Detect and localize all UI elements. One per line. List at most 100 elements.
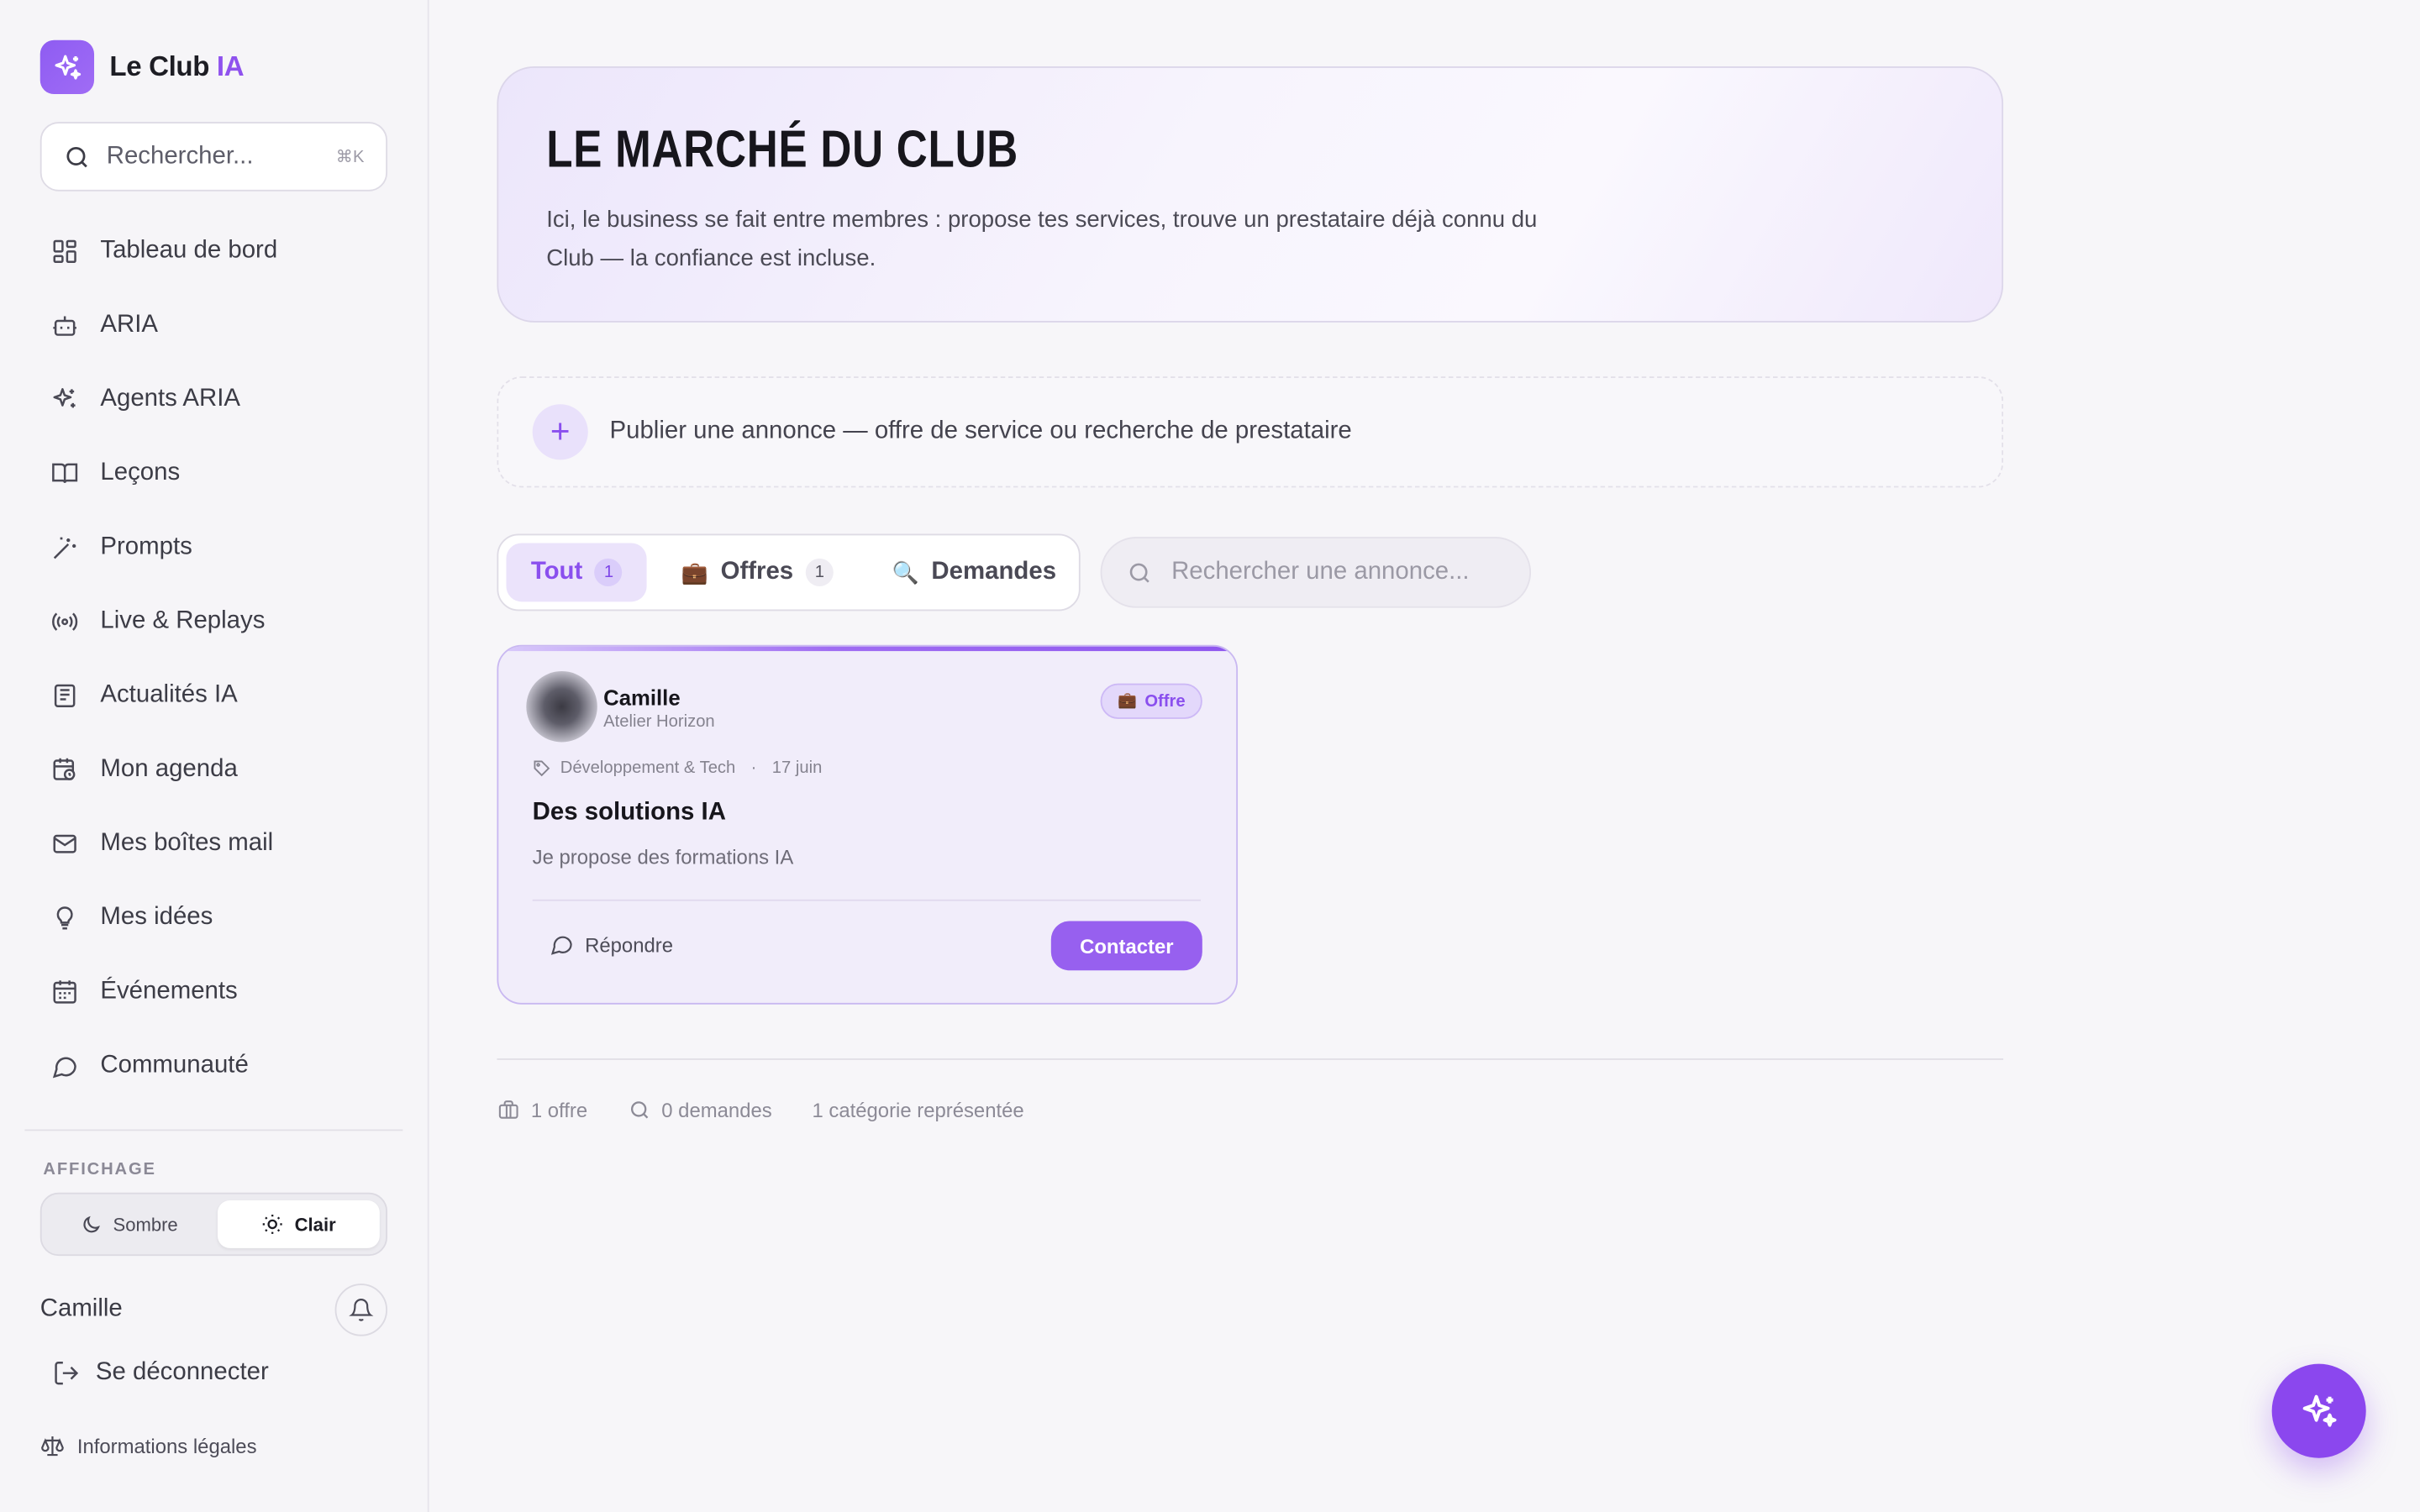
chat-icon: [52, 1057, 76, 1079]
sun-icon: [262, 1214, 282, 1234]
listing-title: Des solutions IA: [532, 799, 726, 826]
tab-requests[interactable]: 🔍 Demandes: [867, 543, 1081, 602]
legal-label: Informations légales: [76, 1434, 257, 1457]
tab-label: Offres: [720, 558, 794, 585]
brand[interactable]: Le Club IA: [39, 39, 245, 95]
publish-label: Publier une annonce — offre de service o…: [609, 417, 1352, 444]
listing-category: Développement & Tech: [560, 759, 736, 778]
sparkles-icon: [53, 388, 76, 408]
logout-label: Se déconnecter: [95, 1359, 269, 1386]
sidebar-item-actualites[interactable]: Actualités IA: [40, 659, 387, 732]
listing-card[interactable]: Camille Atelier Horizon 💼 Offre Développ…: [497, 644, 1239, 1005]
tab-offers[interactable]: 💼 Offres 1: [656, 543, 858, 602]
sidebar-item-evenements[interactable]: Événements: [40, 955, 387, 1029]
sidebar-item-agenda[interactable]: Mon agenda: [40, 732, 387, 806]
tab-count: 1: [805, 558, 834, 586]
book-icon: [52, 463, 78, 484]
tag-icon: [534, 760, 550, 777]
scale-icon: [41, 1436, 64, 1457]
magnifier-icon: 🔍: [892, 559, 919, 585]
hero-banner: LE MARCHÉ DU CLUB Ici, le business se fa…: [497, 66, 2004, 323]
sidebar-item-label: ARIA: [100, 312, 158, 339]
listing-search-placeholder: Rechercher une annonce...: [1171, 558, 1470, 585]
sidebar-item-mail[interactable]: Mes boîtes mail: [40, 807, 387, 881]
avatar: [526, 670, 597, 743]
search-shortcut: ⌘K: [335, 148, 365, 167]
main-divider: [497, 1058, 2004, 1060]
theme-light-button[interactable]: Clair: [217, 1200, 380, 1248]
publish-listing-button[interactable]: + Publier une annonce — offre de service…: [497, 376, 2004, 488]
listing-company: Atelier Horizon: [603, 712, 715, 732]
sidebar-item-label: Mon agenda: [100, 756, 238, 783]
notifications-button[interactable]: [334, 1284, 388, 1336]
theme-dark-label: Sombre: [113, 1213, 178, 1236]
sidebar-item-agents-aria[interactable]: Agents ARIA: [40, 363, 387, 437]
sidebar-item-label: Mes boîtes mail: [100, 830, 274, 857]
logout-button[interactable]: Se déconnecter: [52, 1359, 269, 1387]
sparkles-icon: [2302, 1394, 2336, 1426]
briefcase-icon: 💼: [1118, 692, 1138, 710]
calendar-clock-icon: [53, 758, 76, 780]
tab-label: Demandes: [931, 558, 1057, 585]
listing-search-input[interactable]: Rechercher une annonce...: [1100, 537, 1532, 608]
briefcase-icon: [498, 1100, 518, 1119]
contact-button[interactable]: Contacter: [1050, 921, 1202, 971]
sidebar-nav: Tableau de bord ARIA Agents ARIA Leçons …: [40, 214, 387, 1103]
sidebar-item-aria[interactable]: ARIA: [40, 288, 387, 362]
page-title: LE MARCHÉ DU CLUB: [546, 120, 1019, 180]
sidebar-item-label: Prompts: [100, 533, 192, 560]
theme-dark-button[interactable]: Sombre: [48, 1200, 211, 1248]
sidebar-item-label: Live & Replays: [100, 607, 266, 634]
sparkles-logo-icon: [39, 39, 95, 95]
sidebar-item-label: Actualités IA: [100, 681, 238, 709]
market-stats: 1 offre 0 demandes 1 catégorie représent…: [497, 1098, 1024, 1122]
sidebar-item-lecons[interactable]: Leçons: [40, 437, 387, 511]
tab-count: 1: [595, 558, 623, 586]
moon-icon: [83, 1215, 101, 1232]
tab-all[interactable]: Tout 1: [506, 543, 648, 602]
sidebar-item-label: Communauté: [100, 1052, 249, 1079]
theme-light-label: Clair: [294, 1213, 336, 1236]
search-icon: [630, 1101, 648, 1119]
status-badge: 💼 Offre: [1101, 683, 1202, 719]
sidebar-item-live-replays[interactable]: Live & Replays: [40, 585, 387, 659]
theme-toggle: Sombre Clair: [39, 1192, 388, 1257]
stat-categories: 1 catégorie représentée: [812, 1099, 1023, 1122]
sidebar-item-idees[interactable]: Mes idées: [40, 881, 387, 955]
listing-author: Camille: [603, 685, 681, 710]
listing-tabs: Tout 1 💼 Offres 1 🔍 Demandes: [497, 533, 1081, 612]
sidebar-item-prompts[interactable]: Prompts: [40, 511, 387, 585]
listing-description: Je propose des formations IA: [532, 845, 794, 869]
legal-link[interactable]: Informations légales: [40, 1433, 257, 1457]
reply-label: Répondre: [585, 932, 674, 956]
logout-icon: [55, 1362, 79, 1385]
aria-assistant-button[interactable]: [2271, 1363, 2366, 1458]
sidebar-item-dashboard[interactable]: Tableau de bord: [40, 214, 387, 288]
listing-date: 17 juin: [771, 759, 823, 778]
dashboard-icon: [53, 239, 76, 264]
sidebar-item-label: Leçons: [100, 459, 181, 486]
sidebar-search[interactable]: Rechercher... ⌘K: [39, 122, 388, 192]
sidebar-item-label: Tableau de bord: [100, 237, 278, 265]
sidebar-divider: [24, 1129, 403, 1131]
stat-requests-label: 0 demandes: [661, 1098, 772, 1122]
sidebar-item-label: Mes idées: [100, 904, 213, 931]
card-divider: [532, 899, 1201, 901]
brand-name: Le Club IA: [109, 50, 245, 82]
sidebar: Le Club IA Rechercher... ⌘K Tableau de b…: [0, 0, 429, 1512]
reply-button[interactable]: Répondre: [550, 932, 673, 956]
sidebar-item-label: Événements: [100, 978, 238, 1005]
newspaper-icon: [54, 684, 76, 708]
user-name: Camille: [39, 1295, 123, 1323]
sidebar-search-placeholder: Rechercher...: [106, 142, 254, 170]
page-subtitle: Ici, le business se fait entre membres :…: [546, 207, 1538, 272]
sidebar-item-communaute[interactable]: Communauté: [40, 1029, 387, 1103]
briefcase-icon: 💼: [681, 559, 708, 585]
bot-icon: [53, 316, 76, 336]
stat-offers-label: 1 offre: [530, 1098, 588, 1122]
bell-icon: [349, 1299, 374, 1321]
tab-label: Tout: [530, 558, 583, 585]
plus-icon: +: [532, 404, 588, 460]
display-section-label: AFFICHAGE: [43, 1160, 156, 1179]
stat-requests: 0 demandes: [628, 1098, 772, 1122]
